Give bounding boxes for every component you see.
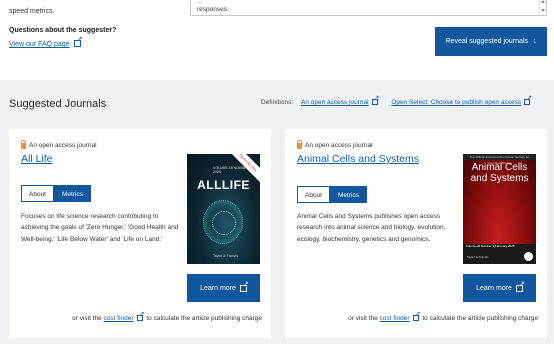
- journal-card-animal-cells: An open access journal Animal Cells and …: [285, 129, 547, 338]
- external-link-icon: [239, 281, 249, 292]
- journal-tabs: About Metrics: [297, 186, 367, 203]
- cost-finder-note: or visit the cost finder to calculate th…: [348, 311, 538, 322]
- cover-header: The Official Journal of the Korean Socie…: [463, 154, 536, 165]
- journal-tabs: About Metrics: [21, 185, 91, 202]
- finder-prefix: or visit the: [348, 315, 378, 322]
- cover-volume: Volume 29 Number 1 February 2025: [466, 244, 515, 248]
- section-title: Suggested Journals: [9, 98, 107, 110]
- open-access-definition-label: An open access journal: [300, 99, 369, 106]
- questions-heading: Questions about the suggester?: [9, 27, 117, 34]
- learn-more-button[interactable]: Learn more: [187, 274, 260, 302]
- faq-link-label: View our FAQ page: [9, 41, 70, 48]
- tab-about[interactable]: About: [21, 185, 54, 202]
- open-access-definition-link[interactable]: An open access journal: [301, 99, 369, 106]
- journal-description: Focuses on life science research contrib…: [21, 213, 179, 243]
- journal-title-link[interactable]: Animal Cells and Systems: [297, 153, 419, 165]
- cover-illustration: [203, 200, 243, 244]
- abstract-textarea[interactable]: ... responses.: [190, 0, 547, 16]
- faq-link[interactable]: View our FAQ page: [9, 36, 83, 48]
- cost-finder-link[interactable]: cost finder: [380, 315, 410, 322]
- arrow-down-icon: ↓: [533, 38, 537, 45]
- textarea-scrollbar[interactable]: [539, 0, 545, 14]
- open-access-badge: An open access journal: [297, 140, 373, 149]
- tab-about[interactable]: About: [297, 186, 330, 203]
- external-link-icon: [371, 95, 380, 105]
- cost-finder-note: or visit the cost finder to calculate th…: [72, 311, 262, 322]
- open-access-badge: An open access journal: [21, 140, 97, 149]
- open-access-badge-label: An open access journal: [305, 141, 373, 149]
- open-select-definition-label: Open Select: Choose to publish open acce…: [391, 99, 522, 106]
- reveal-journals-button[interactable]: Reveal suggested journals ↓: [435, 27, 547, 56]
- cover-publisher: Taylor & Francis: [213, 254, 239, 258]
- external-link-icon: [73, 36, 83, 47]
- cover-publisher: Taylor & Francis: [467, 255, 489, 259]
- finder-prefix: or visit the: [72, 315, 102, 322]
- journal-title-link[interactable]: All Life: [21, 153, 53, 165]
- cover-title: Animal Cells and Systems: [470, 162, 529, 184]
- tab-metrics[interactable]: Metrics: [54, 185, 91, 202]
- journal-cover-image: The Official Journal of the Korean Socie…: [463, 154, 536, 264]
- cost-finder-link[interactable]: cost finder: [104, 315, 134, 322]
- external-link-icon: [515, 281, 525, 292]
- learn-more-button[interactable]: Learn more: [463, 274, 536, 302]
- definitions: Definitions: An open access journal Open…: [261, 95, 532, 106]
- top-panel: speed metrics. ... responses. Questions …: [0, 0, 554, 80]
- external-link-icon: [136, 311, 145, 321]
- textarea-line-2: responses.: [197, 6, 229, 13]
- tab-metrics[interactable]: Metrics: [330, 186, 367, 203]
- finder-suffix: to calculate the article publishing char…: [146, 315, 262, 322]
- external-link-icon: [524, 95, 532, 105]
- definitions-label: Definitions:: [261, 99, 294, 106]
- open-select-definition-link[interactable]: Open Select: Choose to publish open acce…: [391, 99, 521, 106]
- lock-open-icon: [21, 140, 26, 149]
- reveal-button-label: Reveal suggested journals: [445, 38, 529, 45]
- open-access-logo-icon: [524, 252, 533, 261]
- external-link-icon: [412, 311, 421, 321]
- journal-card-all-life: An open access journal All Life About Me…: [9, 129, 271, 338]
- learn-more-label: Learn more: [200, 284, 236, 292]
- journal-cover-image: Open Access VOLUME 18 NUMBER 1 2025 ALLL…: [187, 154, 260, 264]
- open-access-badge-label: An open access journal: [29, 141, 97, 149]
- speed-metrics-text: speed metrics.: [9, 8, 55, 15]
- learn-more-label: Learn more: [476, 284, 512, 292]
- suggested-journals-section: Suggested Journals Definitions: An open …: [0, 80, 554, 344]
- cover-volume: VOLUME 18 NUMBER 1 2025: [213, 166, 252, 174]
- journal-description: Animal Cells and Systems publishes open …: [297, 213, 446, 243]
- finder-suffix: to calculate the article publishing char…: [422, 315, 538, 322]
- cover-title: ALLLIFE: [197, 178, 250, 192]
- lock-open-icon: [297, 140, 302, 149]
